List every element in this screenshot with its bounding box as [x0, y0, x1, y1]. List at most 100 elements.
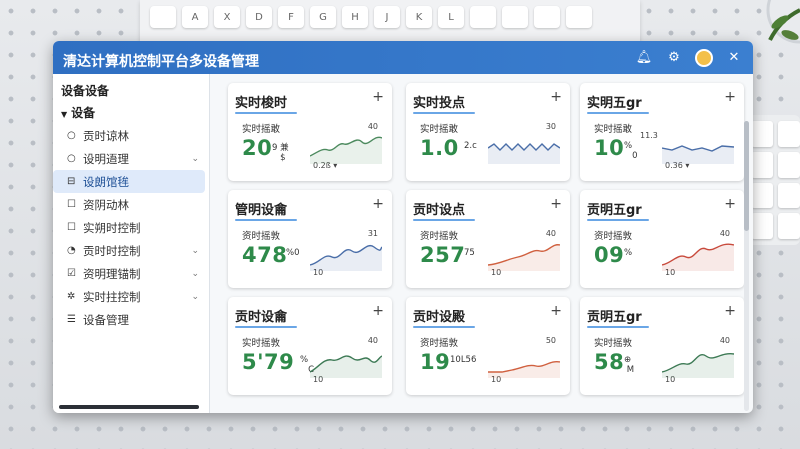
- sidebar-item[interactable]: ☐ 资阴动林: [53, 193, 209, 216]
- sidebar-item-label: 设备管理: [83, 312, 129, 327]
- sparkline-area: [488, 361, 560, 378]
- sidebar-item[interactable]: ○ 设明逜理 ⌄: [53, 147, 209, 170]
- card-unit: 2.c: [464, 141, 477, 151]
- metric-card[interactable]: 贡时设殿 + 资时摇敦 19 10L56 50 10: [406, 297, 570, 395]
- card-unit: 75: [464, 248, 475, 258]
- card-unit: %: [624, 248, 633, 258]
- plus-icon[interactable]: +: [724, 196, 736, 212]
- sparkline-area: [310, 245, 382, 271]
- card-title: 管明设龠: [235, 199, 298, 221]
- sparkline-chart: [488, 360, 560, 378]
- sidebar-group[interactable]: ▼ 设备: [53, 101, 209, 124]
- keyboard-key: J: [374, 6, 400, 28]
- keyboard-key: [534, 6, 560, 28]
- card-unit: %0: [286, 248, 300, 258]
- metric-card[interactable]: 贡明五gr + 实时摇敦 58 ⊕ M 40 10: [580, 297, 744, 395]
- keyboard-key: X: [214, 6, 240, 28]
- card-title: 贡时设点: [413, 199, 476, 221]
- sparkline-chart: [310, 244, 382, 271]
- sidebar-item[interactable]: ☑ 资明理锚制 ⌄: [53, 262, 209, 285]
- plus-icon[interactable]: +: [550, 196, 562, 212]
- sidebar-item[interactable]: ☰ 设备管理: [53, 308, 209, 331]
- sidebar-scrollbar[interactable]: [59, 405, 199, 409]
- card-subtitle: 资时摇敦: [594, 231, 633, 242]
- metric-card[interactable]: 管明设龠 + 资时摇敦 478 %0 31 10: [228, 190, 392, 288]
- sidebar-item[interactable]: ⊟ 设朗馆毪: [53, 170, 205, 193]
- sidebar-item[interactable]: ☐ 实朔时控制: [53, 216, 209, 239]
- keyboard-key: D: [246, 6, 272, 28]
- card-value: 5'79: [242, 350, 295, 374]
- card-value: 257: [420, 243, 466, 267]
- chevron-down-icon[interactable]: ⌄: [191, 154, 199, 164]
- card-subtitle: 资时摇敦: [420, 338, 459, 349]
- keyboard-key: [566, 6, 592, 28]
- metric-card[interactable]: 贡时设龠 + 实时摇敦 5'79% C 40 10: [228, 297, 392, 395]
- keyboard-key: K: [406, 6, 432, 28]
- card-subtitle: 实时摇敢: [594, 124, 633, 135]
- keyboard-key: [502, 6, 528, 28]
- chevron-down-icon[interactable]: ⌄: [191, 292, 199, 302]
- card-unit: ⊕ M: [624, 355, 635, 375]
- card-unit: 10L56: [450, 355, 477, 365]
- card-value: 20: [242, 136, 273, 160]
- gear-icon: ✲: [67, 291, 76, 302]
- metric-card[interactable]: 贡时设点 + 资时摇敦 257 75 40 10: [406, 190, 570, 288]
- sidebar-item-label: 资明理锚制: [83, 266, 141, 281]
- plus-icon[interactable]: +: [372, 196, 384, 212]
- sparkline-chart: [488, 143, 560, 164]
- window-title: 清达计算机控制平台多设备管理: [63, 53, 259, 70]
- plus-icon[interactable]: +: [724, 303, 736, 319]
- main-scrollbar[interactable]: [744, 121, 749, 411]
- sidebar-item-label: 实朔时控制: [83, 220, 141, 235]
- sparkline-chart: [310, 136, 382, 164]
- app-window: 清达计算机控制平台多设备管理 🔔︎ ⚙ ✕ 设备设备 ▼ 设备 ○ 贡时谅林 ○ 设明逜…: [53, 41, 753, 413]
- keyboard-key: L: [438, 6, 464, 28]
- bell-icon[interactable]: 🔔︎: [635, 49, 653, 67]
- close-icon[interactable]: ✕: [725, 49, 743, 67]
- plus-icon[interactable]: +: [372, 303, 384, 319]
- chevron-down-icon[interactable]: ⌄: [191, 246, 199, 256]
- card-value: 09: [594, 243, 625, 267]
- title-bar: 清达计算机控制平台多设备管理 🔔︎ ⚙ ✕: [53, 41, 753, 74]
- sparkline-area: [662, 244, 734, 271]
- plus-icon[interactable]: +: [550, 303, 562, 319]
- gear-icon[interactable]: ⚙: [665, 49, 683, 67]
- sparkline-chart: [310, 355, 382, 378]
- card-title: 贡明五gr: [587, 306, 649, 328]
- plus-icon[interactable]: +: [550, 89, 562, 105]
- plus-icon[interactable]: +: [372, 89, 384, 105]
- sidebar-item-label: 贡时时控制: [83, 243, 141, 258]
- sparkline-chart: [662, 353, 734, 378]
- sparkline-line: [488, 143, 560, 151]
- card-subtitle: 实时摇敦: [594, 338, 633, 349]
- avatar[interactable]: [695, 48, 713, 67]
- card-value: 58: [594, 350, 625, 374]
- keyboard-key: A: [182, 6, 208, 28]
- check-square-icon: ☑: [67, 268, 76, 279]
- circle-icon: ○: [67, 130, 76, 141]
- sidebar-item[interactable]: ✲ 实时拄控制 ⌄: [53, 285, 209, 308]
- sidebar-item[interactable]: ◔ 贡时时控制 ⌄: [53, 239, 209, 262]
- card-value: 10: [594, 136, 625, 160]
- sidebar-header: 设备设备: [61, 84, 110, 98]
- card-title: 贡时设殿: [413, 306, 476, 328]
- caret-down-icon: ▼: [61, 110, 68, 119]
- sidebar-item-label: 设明逜理: [83, 151, 129, 166]
- sidebar-item-label: 设朗馆毪: [83, 174, 129, 189]
- chevron-down-icon[interactable]: ⌄: [191, 269, 199, 279]
- sidebar-item-label: 实时拄控制: [83, 289, 141, 304]
- metric-card[interactable]: 实明五gr + 实时摇敢 10% 0 0.36 ▾ 11.3: [580, 83, 744, 181]
- scroll-thumb[interactable]: [744, 121, 749, 231]
- metric-card[interactable]: 实时投点 + 实时摇敢 1.0 2.c 30: [406, 83, 570, 181]
- keyboard-key: H: [342, 6, 368, 28]
- plus-icon[interactable]: +: [724, 89, 736, 105]
- chart-mid-label: 11.3: [640, 131, 658, 140]
- metric-card[interactable]: 实时梭时 + 实时摇敢 20 9 兼 $40 0.2ß ▾: [228, 83, 392, 181]
- minus-square-icon: ⊟: [67, 176, 76, 187]
- card-title: 贡时设龠: [235, 306, 298, 328]
- circle-icon: ○: [67, 153, 76, 164]
- card-value: 478: [242, 243, 288, 267]
- sidebar-item[interactable]: ○ 贡时谅林: [53, 124, 209, 147]
- metric-card[interactable]: 贡明五gr + 资时摇敦 09% 40 10: [580, 190, 744, 288]
- sidebar-item-label: 资阴动林: [83, 197, 129, 212]
